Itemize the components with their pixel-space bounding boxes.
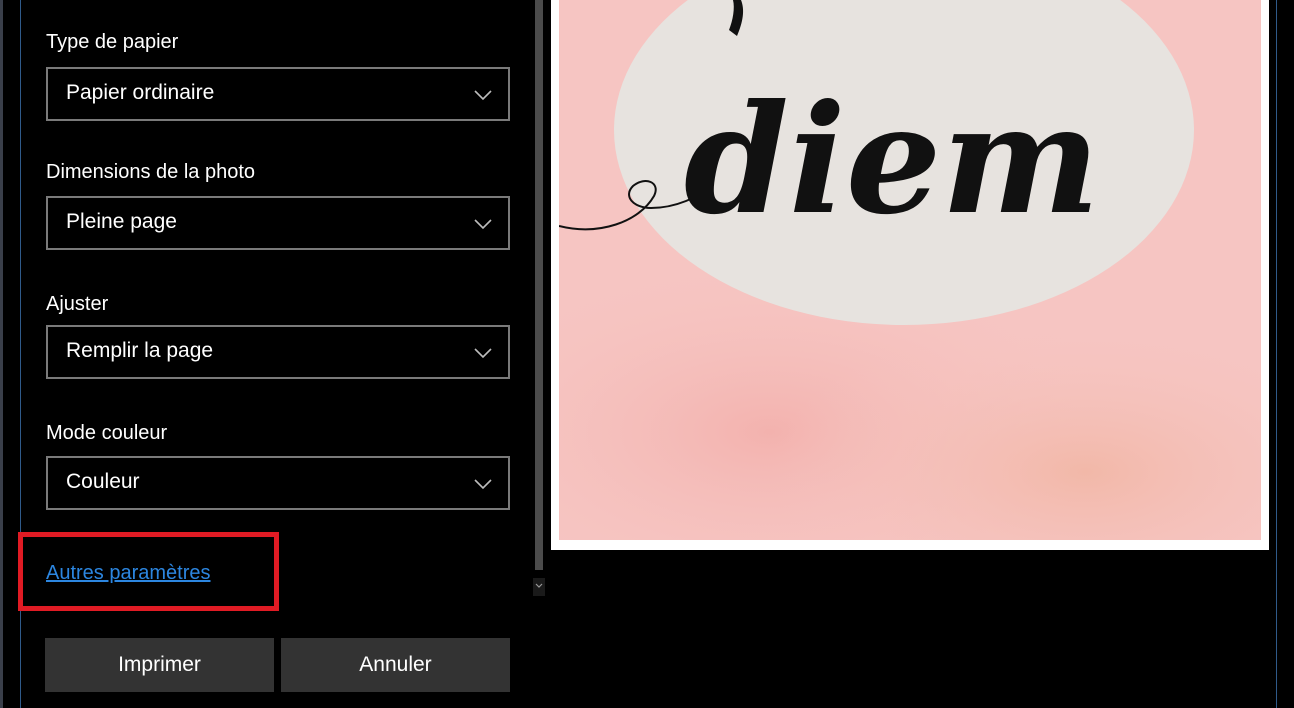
paper-type-value: Papier ordinaire [66, 81, 215, 104]
scroll-down-button[interactable] [533, 578, 545, 596]
paper-type-label: Type de papier [46, 31, 179, 53]
preview-image: diem [559, 0, 1261, 540]
print-settings-panel: Type de papier Papier ordinaire Dimensio… [18, 0, 545, 708]
photo-size-dropdown[interactable]: Pleine page [46, 196, 510, 250]
chevron-down-icon [474, 90, 492, 101]
color-mode-label: Mode couleur [46, 422, 168, 444]
fit-dropdown[interactable]: Remplir la page [46, 325, 510, 379]
paper-type-dropdown[interactable]: Papier ordinaire [46, 67, 510, 121]
window-right-edge [1280, 0, 1294, 708]
print-preview: diem [551, 0, 1269, 550]
photo-size-label: Dimensions de la photo [46, 161, 256, 183]
right-accent-border [1276, 0, 1277, 708]
color-mode-dropdown[interactable]: Couleur [46, 456, 510, 510]
color-mode-value: Couleur [66, 470, 140, 493]
chevron-down-icon [474, 219, 492, 230]
cancel-button[interactable]: Annuler [281, 638, 510, 692]
scroll-down-arrow-icon [535, 583, 543, 588]
fit-value: Remplir la page [66, 339, 214, 362]
window-edge [0, 0, 3, 708]
photo-size-value: Pleine page [66, 210, 177, 233]
preview-text: diem [684, 72, 1100, 248]
panel-scrollbar[interactable] [535, 0, 543, 570]
chevron-down-icon [474, 348, 492, 359]
fit-label: Ajuster [46, 293, 109, 315]
print-button[interactable]: Imprimer [45, 638, 274, 692]
chevron-down-icon [474, 479, 492, 490]
more-settings-link[interactable]: Autres paramètres [46, 562, 211, 585]
